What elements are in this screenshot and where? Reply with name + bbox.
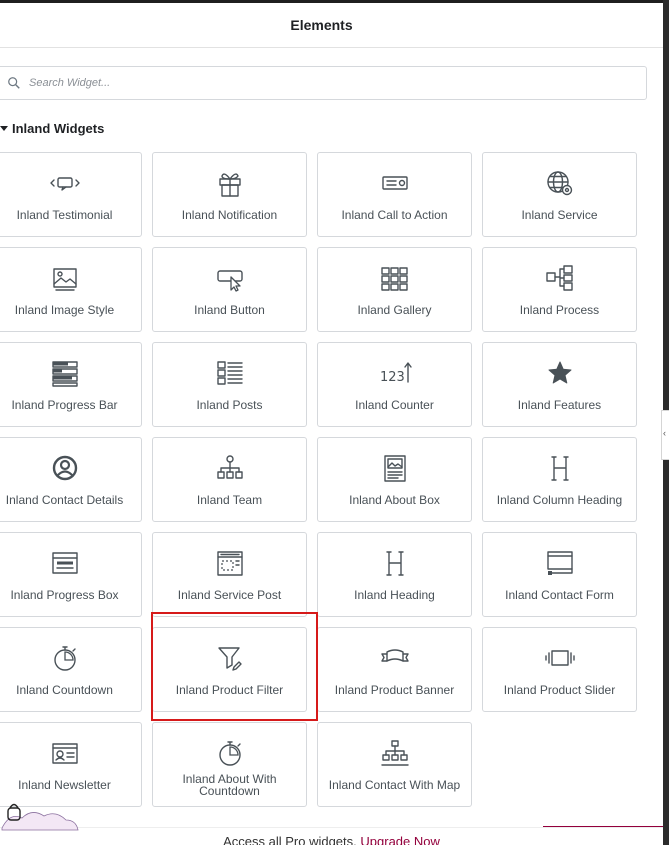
widget-label: Inland Contact Form bbox=[505, 588, 614, 602]
search-input[interactable] bbox=[29, 77, 609, 89]
widget-label: Inland About With Countdown bbox=[182, 772, 277, 798]
widget-tile-progress-box[interactable]: Inland Progress Box bbox=[0, 532, 142, 617]
widget-tile-progress-bar[interactable]: Inland Progress Bar bbox=[0, 342, 142, 427]
widget-label: Inland Notification bbox=[181, 208, 278, 222]
widget-label: Inland Process bbox=[519, 303, 600, 317]
counter-123-icon: 123 bbox=[375, 358, 415, 388]
widget-tile-contact-form[interactable]: Inland Contact Form bbox=[482, 532, 637, 617]
widget-tile-features[interactable]: Inland Features bbox=[482, 342, 637, 427]
widget-tile-counter[interactable]: 123 Inland Counter bbox=[317, 342, 472, 427]
stopwatch-icon bbox=[45, 643, 85, 673]
progress-bars-icon bbox=[45, 358, 85, 388]
panel-header: Elements bbox=[0, 3, 663, 48]
widget-tile-process[interactable]: Inland Process bbox=[482, 247, 637, 332]
widget-label: Inland Posts bbox=[196, 398, 263, 412]
gallery-grid-icon bbox=[375, 263, 415, 293]
mascot-illustration-icon bbox=[1, 803, 79, 831]
widget-tile-service[interactable]: Inland Service bbox=[482, 152, 637, 237]
widget-tile-product-filter[interactable]: Inland Product Filter bbox=[152, 627, 307, 712]
widget-tile-newsletter[interactable]: Inland Newsletter bbox=[0, 722, 142, 807]
widget-tile-posts[interactable]: Inland Posts bbox=[152, 342, 307, 427]
widget-label: Inland Column Heading bbox=[496, 493, 623, 507]
team-tree-icon bbox=[210, 453, 250, 483]
widget-label: Inland Service Post bbox=[177, 588, 282, 602]
call-to-action-icon bbox=[375, 168, 415, 198]
widget-tile-contact-details[interactable]: Inland Contact Details bbox=[0, 437, 142, 522]
gift-icon bbox=[210, 168, 250, 198]
newsletter-id-icon bbox=[45, 738, 85, 768]
widget-tile-column-heading[interactable]: Inland Column Heading bbox=[482, 437, 637, 522]
widget-tile-team[interactable]: Inland Team bbox=[152, 437, 307, 522]
service-post-icon bbox=[210, 548, 250, 578]
widget-label: Inland Service bbox=[521, 208, 598, 222]
widget-label: Inland Product Slider bbox=[503, 683, 616, 697]
widget-label: Inland Product Filter bbox=[175, 683, 284, 697]
widget-label: Inland Heading bbox=[354, 588, 435, 602]
widget-tile-product-slider[interactable]: Inland Product Slider bbox=[482, 627, 637, 712]
widget-label: Inland Progress Box bbox=[10, 588, 119, 602]
widget-tile-heading[interactable]: Inland Heading bbox=[317, 532, 472, 617]
widget-tile-call-to-action[interactable]: Inland Call to Action bbox=[317, 152, 472, 237]
widget-label: Inland Team bbox=[196, 493, 263, 507]
posts-list-icon bbox=[210, 358, 250, 388]
banner-ribbon-icon bbox=[375, 643, 415, 673]
widget-tile-image-style[interactable]: Inland Image Style bbox=[0, 247, 142, 332]
heading-h-icon bbox=[375, 548, 415, 578]
widget-label: Inland Testimonial bbox=[16, 208, 113, 222]
search-box[interactable] bbox=[0, 66, 647, 100]
promo-bar: Access all Pro widgets. Upgrade Now bbox=[0, 827, 663, 845]
heading-h-icon bbox=[540, 453, 580, 483]
slider-icon bbox=[540, 643, 580, 673]
widget-label: Inland Call to Action bbox=[341, 208, 448, 222]
widget-label: Inland About Box bbox=[349, 493, 440, 507]
widget-tile-product-banner[interactable]: Inland Product Banner bbox=[317, 627, 472, 712]
widget-tile-gallery[interactable]: Inland Gallery bbox=[317, 247, 472, 332]
svg-text:123: 123 bbox=[380, 370, 405, 385]
widgets-grid: Inland Testimonial Inland Notification Inl… bbox=[0, 152, 637, 807]
widget-label: Inland Button bbox=[194, 303, 265, 317]
widget-tile-contact-with-map[interactable]: Inland Contact With Map bbox=[317, 722, 472, 807]
widget-label: Inland Features bbox=[517, 398, 602, 412]
user-circle-icon bbox=[45, 453, 85, 483]
panel-toggle-tab[interactable]: ‹ bbox=[661, 410, 669, 460]
widget-label: Inland Image Style bbox=[14, 303, 115, 317]
sitemap-icon bbox=[375, 738, 415, 768]
widget-tile-service-post[interactable]: Inland Service Post bbox=[152, 532, 307, 617]
widget-label: Inland Counter bbox=[355, 398, 434, 412]
widget-tile-about-with-countdown[interactable]: Inland About With Countdown bbox=[152, 722, 307, 807]
promo-text: Access all Pro widgets. bbox=[223, 834, 357, 845]
widget-tile-testimonial[interactable]: Inland Testimonial bbox=[0, 152, 142, 237]
widget-tile-button[interactable]: Inland Button bbox=[152, 247, 307, 332]
widget-label: Inland Contact Details bbox=[5, 493, 124, 507]
widget-label: Inland Contact With Map bbox=[328, 778, 461, 792]
filter-funnel-icon bbox=[210, 643, 250, 673]
search-icon bbox=[8, 77, 20, 89]
about-box-icon bbox=[375, 453, 415, 483]
process-flow-icon bbox=[540, 263, 580, 293]
widget-label: Inland Countdown bbox=[16, 683, 113, 697]
image-icon bbox=[45, 263, 85, 293]
contact-form-icon bbox=[540, 548, 580, 578]
upgrade-link[interactable]: Upgrade Now bbox=[360, 834, 440, 845]
widget-tile-countdown[interactable]: Inland Countdown bbox=[0, 627, 142, 712]
widget-label: Inland Progress Bar bbox=[11, 398, 118, 412]
widget-tile-notification[interactable]: Inland Notification bbox=[152, 152, 307, 237]
stopwatch-icon bbox=[210, 738, 250, 768]
chevron-left-icon: ‹ bbox=[663, 428, 666, 438]
globe-gear-icon bbox=[540, 168, 580, 198]
testimonial-icon bbox=[45, 168, 85, 198]
category-header[interactable]: Inland Widgets bbox=[0, 119, 104, 137]
widget-label: Inland Newsletter bbox=[18, 778, 111, 792]
widget-tile-about-box[interactable]: Inland About Box bbox=[317, 437, 472, 522]
widget-label: Inland Gallery bbox=[357, 303, 432, 317]
widget-label: Inland Product Banner bbox=[334, 683, 455, 697]
button-cursor-icon bbox=[210, 263, 250, 293]
caret-down-icon bbox=[0, 125, 8, 131]
star-icon bbox=[540, 358, 580, 388]
progress-box-icon bbox=[45, 548, 85, 578]
panel-title: Elements bbox=[290, 17, 353, 33]
category-title: Inland Widgets bbox=[12, 120, 105, 136]
